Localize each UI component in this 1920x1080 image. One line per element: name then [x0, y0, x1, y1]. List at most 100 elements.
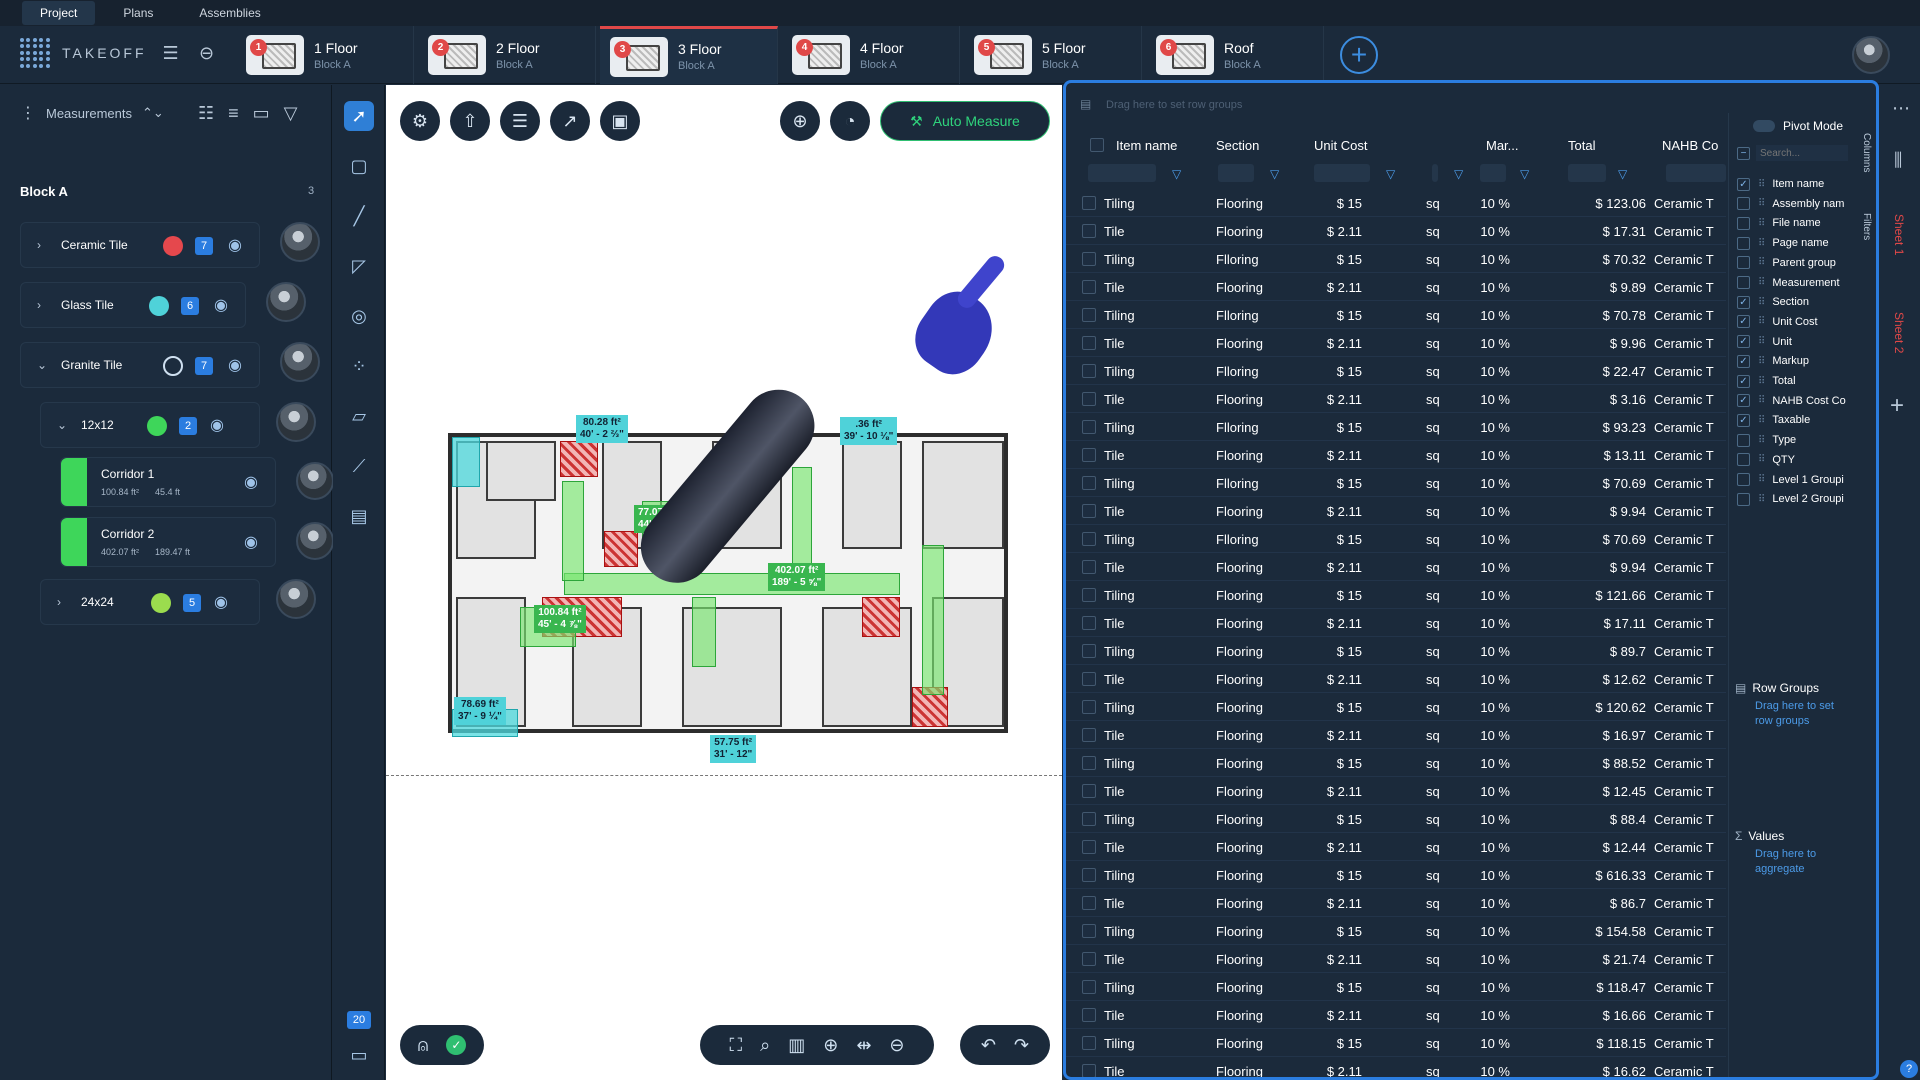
row-checkbox[interactable]: [1082, 784, 1096, 798]
table-row[interactable]: Tiling Flooring $ 15 sq 10 % $ 616.33 Ceramic …: [1066, 861, 1726, 889]
corridor-area[interactable]: [562, 481, 584, 581]
target-button[interactable]: ◔: [830, 101, 870, 141]
columns-tab[interactable]: Columns: [1861, 133, 1872, 172]
table-row[interactable]: Tile Flooring $ 2.11 sq 10 % $ 12.44 Ceramic T: [1066, 833, 1726, 861]
column-item[interactable]: ✓ ⠿ Item name: [1737, 175, 1824, 193]
measure-label[interactable]: .36 ft² 39' - 10 ⅛": [840, 417, 898, 445]
measurement-12x12[interactable]: ⌄ 12x12 2 ◉: [40, 402, 260, 448]
list-icon[interactable]: ≡: [228, 103, 239, 124]
row-checkbox[interactable]: [1082, 756, 1096, 770]
row-checkbox[interactable]: [1082, 224, 1096, 238]
floor-tab[interactable]: 1 1 Floor Block A: [236, 26, 414, 84]
corridor-area[interactable]: [564, 573, 900, 595]
measure-label[interactable]: 80.28 ft² 40' - 2 ⅔": [576, 415, 628, 443]
check-icon[interactable]: ✓: [446, 1035, 467, 1055]
row-checkbox[interactable]: [1082, 588, 1096, 602]
drag-handle-icon[interactable]: ⠿: [1758, 415, 1765, 426]
expand-collapse-icon[interactable]: ⌃⌄: [142, 105, 164, 121]
table-row[interactable]: Tiling Flooring $ 15 sq 10 % $ 118.15 Ceramic …: [1066, 1029, 1726, 1057]
filter-input[interactable]: [1314, 164, 1370, 182]
filter-icon[interactable]: ▽: [1386, 167, 1395, 181]
drag-handle-icon[interactable]: ⠿: [1758, 474, 1765, 485]
row-checkbox[interactable]: [1082, 420, 1096, 434]
eye-icon[interactable]: ◉: [241, 535, 261, 551]
row-checkbox[interactable]: [1082, 532, 1096, 546]
row-checkbox[interactable]: [1082, 672, 1096, 686]
row-checkbox[interactable]: [1082, 868, 1096, 882]
tile-area[interactable]: [452, 437, 480, 487]
column-item[interactable]: ✓ ⠿ Markup: [1737, 352, 1809, 370]
column-search-input[interactable]: [1756, 145, 1848, 161]
corridor-area[interactable]: [792, 467, 812, 577]
column-item[interactable]: ⠿ Page name: [1737, 234, 1829, 252]
measurement-glass-tile[interactable]: › Glass Tile 6 ◉: [20, 282, 246, 328]
table-row[interactable]: Tile Flooring $ 2.11 sq 10 % $ 12.45 Ceramic T: [1066, 777, 1726, 805]
measurement-ceramic-tile[interactable]: › Ceramic Tile 7 ◉: [20, 222, 260, 268]
fullscreen-icon[interactable]: ⛶: [730, 1035, 743, 1056]
rectangle-tool-icon[interactable]: ▢: [344, 151, 374, 181]
table-row[interactable]: Tile Flooring $ 2.11 sq 10 % $ 86.7 Ceramic T: [1066, 889, 1726, 917]
row-checkbox[interactable]: [1082, 896, 1096, 910]
table-row[interactable]: Tiling Flloring $ 15 sq 10 % $ 70.69 Ceramic T: [1066, 525, 1726, 553]
row-checkbox[interactable]: [1082, 364, 1096, 378]
row-checkbox[interactable]: [1082, 924, 1096, 938]
table-row[interactable]: Tile Flooring $ 2.11 sq 10 % $ 13.11 Ceramic T: [1066, 441, 1726, 469]
table-row[interactable]: Tiling Flooring $ 15 sq 10 % $ 121.66 Ceramic …: [1066, 581, 1726, 609]
filter-input[interactable]: [1568, 164, 1606, 182]
row-checkbox[interactable]: [1082, 840, 1096, 854]
table-row[interactable]: Tile Flooring $ 2.11 sq 10 % $ 9.89 Ceramic T: [1066, 273, 1726, 301]
help-icon[interactable]: ?: [1900, 1060, 1918, 1078]
column-checkbox[interactable]: ✓: [1737, 354, 1750, 368]
row-checkbox[interactable]: [1082, 812, 1096, 826]
table-row[interactable]: Tile Flooring $ 2.11 sq 10 % $ 16.62 Ceramic T: [1066, 1057, 1726, 1077]
more-horizontal-icon[interactable]: ⋯: [1892, 98, 1910, 119]
table-row[interactable]: Tiling Flloring $ 15 sq 10 % $ 70.69 Ceramic T: [1066, 469, 1726, 497]
zoom-fit-icon[interactable]: ⌕: [760, 1035, 770, 1056]
menu-icon[interactable]: ☰: [159, 41, 183, 65]
list-button[interactable]: ☰: [500, 101, 540, 141]
column-item[interactable]: ✓ ⠿ Taxable: [1737, 411, 1810, 429]
polygon-tool-icon[interactable]: ◸: [344, 251, 374, 281]
chevron-right-icon[interactable]: ›: [37, 298, 51, 312]
table-row[interactable]: Tiling Flloring $ 15 sq 10 % $ 70.78 Ceramic T: [1066, 301, 1726, 329]
row-checkbox[interactable]: [1082, 504, 1096, 518]
drag-handle-icon[interactable]: ⠿: [1758, 316, 1765, 327]
column-item[interactable]: ✓ ⠿ Section: [1737, 293, 1809, 311]
user-avatar[interactable]: [1852, 36, 1890, 74]
table-row[interactable]: Tiling Flloring $ 15 sq 10 % $ 93.23 Ceramic T: [1066, 413, 1726, 441]
table-row[interactable]: Tiling Flooring $ 15 sq 10 % $ 88.52 Ceramic T: [1066, 749, 1726, 777]
column-checkbox[interactable]: ✓: [1737, 335, 1750, 349]
corridor-area[interactable]: [922, 545, 944, 695]
fit-width-icon[interactable]: ⇹: [856, 1035, 871, 1056]
col-item-name[interactable]: Item name: [1116, 131, 1177, 159]
filter-icon[interactable]: ▽: [1520, 167, 1529, 181]
column-checkbox[interactable]: [1737, 236, 1750, 250]
eye-icon[interactable]: ◉: [211, 298, 231, 314]
table-row[interactable]: Tiling Flooring $ 15 sq 10 % $ 89.7 Ceramic T: [1066, 637, 1726, 665]
column-item[interactable]: ✓ ⠿ Unit: [1737, 333, 1792, 351]
column-item[interactable]: ✓ ⠿ Unit Cost: [1737, 313, 1818, 331]
column-checkbox[interactable]: ✓: [1737, 295, 1750, 309]
floor-tab[interactable]: 6 Roof Block A: [1146, 26, 1324, 84]
layer-toggle-bar[interactable]: ⍝ ✓: [400, 1025, 484, 1065]
row-checkbox[interactable]: [1082, 616, 1096, 630]
row-checkbox[interactable]: [1082, 476, 1096, 490]
drag-handle-icon[interactable]: ⠿: [1758, 336, 1765, 347]
drag-handle-icon[interactable]: ⠿: [1758, 356, 1765, 367]
chevron-right-icon[interactable]: ›: [57, 595, 71, 609]
col-markup[interactable]: Mar...: [1486, 131, 1519, 159]
line-tool-icon[interactable]: ╱: [344, 201, 374, 231]
color-dot[interactable]: [149, 296, 169, 316]
row-checkbox[interactable]: [1082, 728, 1096, 742]
row-checkbox[interactable]: [1082, 196, 1096, 210]
add-folder-icon[interactable]: ▭: [253, 103, 270, 124]
col-section[interactable]: Section: [1216, 131, 1259, 159]
table-row[interactable]: Tile Flooring $ 2.11 sq 10 % $ 9.94 Ceramic T: [1066, 553, 1726, 581]
corridor-area[interactable]: [692, 597, 716, 667]
measurement-granite-tile[interactable]: ⌄ Granite Tile 7 ◉: [20, 342, 260, 388]
drag-handle-icon[interactable]: ⠿: [1758, 238, 1765, 249]
drag-handle-icon[interactable]: ⠿: [1758, 179, 1765, 190]
add-sheet-icon[interactable]: +: [1890, 392, 1904, 420]
eye-icon[interactable]: ◉: [225, 358, 245, 374]
column-checkbox[interactable]: ✓: [1737, 394, 1750, 408]
